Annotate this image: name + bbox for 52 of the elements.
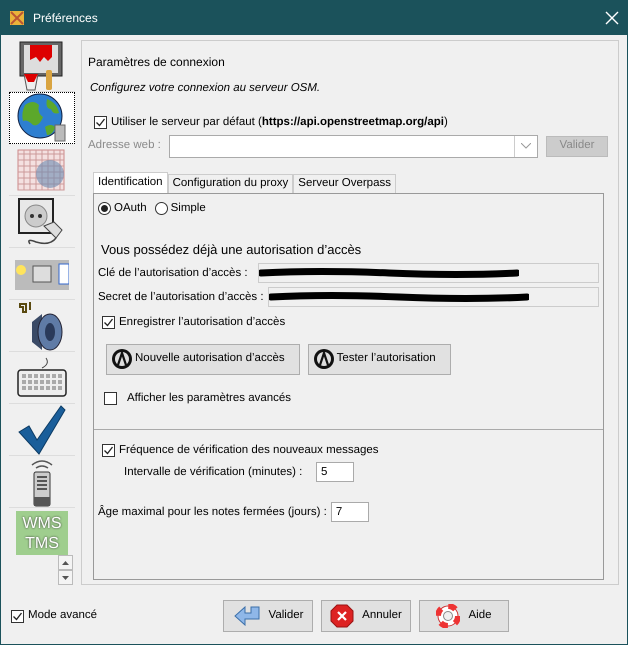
checkbox-label: Afficher les paramètres avancés <box>127 390 292 406</box>
checkbox[interactable] <box>11 610 24 622</box>
checkbox-label: Enregistrer l’autorisation d’accès <box>119 315 286 330</box>
auth-button[interactable]: Nouvelle autorisation d’accès <box>106 344 300 374</box>
keyboard-icon <box>16 356 68 400</box>
checkbox[interactable] <box>104 392 117 405</box>
oauth-logo-icon <box>111 348 133 370</box>
radio-button[interactable] <box>98 202 111 215</box>
text-field[interactable] <box>268 287 599 308</box>
checkbox-label: Mode avancé <box>28 608 98 624</box>
radio-button[interactable] <box>154 202 168 215</box>
section-subtitle: Configurez votre connexion au serveur OSM. <box>90 81 322 96</box>
app-icon <box>9 10 25 26</box>
section-title: Paramètres de connexion <box>88 54 226 71</box>
checkbox[interactable] <box>102 316 115 330</box>
tab[interactable]: Configuration du proxy <box>168 174 294 192</box>
checkbox[interactable] <box>102 444 115 458</box>
radio-label: Simple <box>170 200 206 216</box>
window-title: Préférences <box>33 10 98 27</box>
radio-label: OAuth <box>114 200 147 216</box>
tab[interactable]: Identification <box>93 172 168 192</box>
field-label: Secret de l’autorisation d’accès : <box>98 290 265 305</box>
dialog-button[interactable]: Aide <box>419 600 509 632</box>
text-field[interactable] <box>258 263 599 284</box>
return-arrow-icon <box>232 605 261 627</box>
oauth-logo-icon <box>312 348 335 370</box>
checkbox[interactable] <box>94 116 107 130</box>
dialog-button[interactable]: Annuler <box>321 600 411 632</box>
scroll-up-button[interactable] <box>58 555 73 570</box>
auth-button[interactable]: Tester l’autorisation <box>308 344 451 374</box>
checkmark-icon <box>17 404 67 456</box>
checkbox-label: Fréquence de vérification des nouveaux messages <box>119 443 379 458</box>
input-field[interactable]: 5 <box>316 462 354 482</box>
icon-label: TMS <box>25 534 59 554</box>
field-label: Intervalle de vérification (minutes) : <box>124 464 304 480</box>
field-label: Clé de l’autorisation d’accès : <box>98 266 249 281</box>
field-label: Âge maximal pour les notes fermées (jours) : <box>98 504 328 520</box>
checkbox-label: Utiliser le serveur par défaut (https://api.openstreetmap.org/api) <box>111 115 448 130</box>
scroll-down-button[interactable] <box>58 570 73 585</box>
icon-label: WMS <box>22 514 62 534</box>
sidebar-item[interactable] <box>9 92 75 144</box>
lifebuoy-icon <box>436 604 460 628</box>
close-icon[interactable] <box>605 11 619 25</box>
cancel-icon <box>330 604 354 628</box>
dialog-button[interactable]: Valider <box>223 600 313 632</box>
field-label: Adresse web : <box>88 138 161 154</box>
tab[interactable]: Serveur Overpass <box>293 174 396 192</box>
up-arrow-icon <box>62 560 69 564</box>
input-field[interactable]: 7 <box>330 502 369 522</box>
chevron-down-icon <box>521 143 531 149</box>
auth-heading: Vous possédez déjà une autorisation d’accès <box>101 240 362 259</box>
down-arrow-icon <box>62 576 69 580</box>
